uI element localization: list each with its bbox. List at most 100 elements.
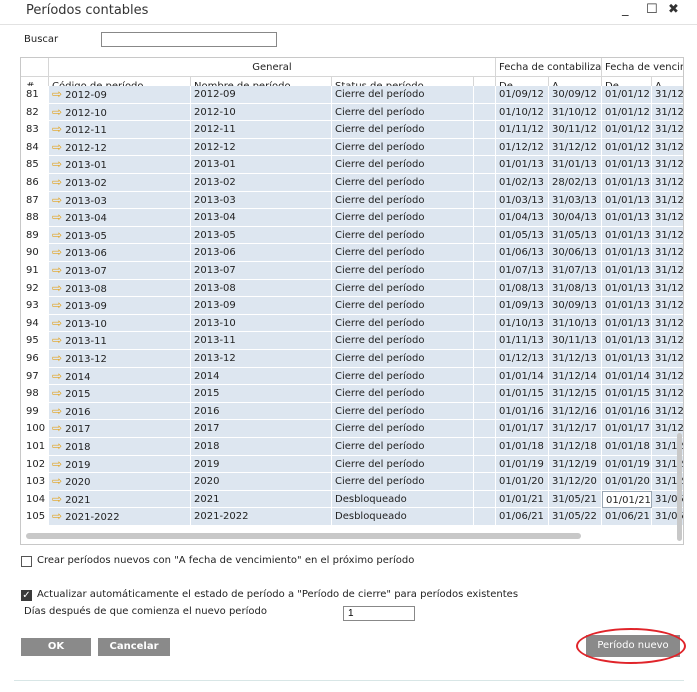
cell-period-code[interactable]: ⇨ 2013-06 xyxy=(49,244,191,262)
cell-period-code[interactable]: ⇨ 2013-02 xyxy=(49,174,191,192)
cell-num[interactable]: 100 xyxy=(21,420,49,438)
cell-a1[interactable]: 31/12/12 xyxy=(549,138,602,157)
cell-nombre[interactable]: 2013-05 xyxy=(191,226,332,245)
cell-num[interactable]: 85 xyxy=(21,156,49,174)
cell-period-code[interactable]: ⇨ 2019 xyxy=(49,455,191,474)
link-arrow-icon[interactable]: ⇨ xyxy=(52,263,62,277)
link-arrow-icon[interactable]: ⇨ xyxy=(52,87,62,101)
link-arrow-icon[interactable]: ⇨ xyxy=(52,351,62,365)
cell-status[interactable]: Cierre del período xyxy=(332,314,474,333)
link-arrow-icon[interactable]: ⇨ xyxy=(52,509,62,523)
cell-num[interactable]: 95 xyxy=(21,332,49,350)
cell-a2[interactable]: 31/12/14 xyxy=(652,367,683,386)
cell-period-code[interactable]: ⇨ 2012-12 xyxy=(49,138,191,157)
link-arrow-icon[interactable]: ⇨ xyxy=(52,316,62,330)
cell-period-code[interactable]: ⇨ 2013-04 xyxy=(49,209,191,227)
link-arrow-icon[interactable]: ⇨ xyxy=(52,369,62,383)
link-arrow-icon[interactable]: ⇨ xyxy=(52,210,62,224)
cell-num[interactable]: 99 xyxy=(21,402,49,421)
link-arrow-icon[interactable]: ⇨ xyxy=(52,421,62,435)
cell-period-code[interactable]: ⇨ 2013-10 xyxy=(49,314,191,333)
cell-status[interactable]: Cierre del período xyxy=(332,350,474,368)
table-row[interactable]: 99 ⇨ 2016 2016 Cierre del período 01/01/16 31/… xyxy=(21,402,683,421)
cell-de1[interactable]: 01/01/17 xyxy=(496,420,549,438)
cell-a2[interactable]: 31/12/13 xyxy=(652,156,683,174)
cell-de2[interactable]: 01/01/16 xyxy=(602,402,652,421)
cell-status[interactable]: Cierre del período xyxy=(332,455,474,474)
cell-de1[interactable]: 01/03/13 xyxy=(496,191,549,210)
cell-num[interactable]: 94 xyxy=(21,314,49,333)
cell-de1[interactable]: 01/01/20 xyxy=(496,473,549,491)
cell-de2[interactable]: 01/06/21 xyxy=(602,508,652,526)
cell-de1[interactable]: 01/01/16 xyxy=(496,402,549,421)
cell-a1[interactable]: 31/12/13 xyxy=(549,350,602,368)
cell-nombre[interactable]: 2013-07 xyxy=(191,262,332,280)
cell-a2[interactable]: 31/12/13 xyxy=(652,262,683,280)
table-row[interactable]: 95 ⇨ 2013-11 2013-11 Cierre del período 01/11… xyxy=(21,332,683,350)
cell-a1[interactable]: 31/10/12 xyxy=(549,103,602,122)
cell-period-code[interactable]: ⇨ 2012-10 xyxy=(49,103,191,122)
cell-period-code[interactable]: ⇨ 2020 xyxy=(49,473,191,491)
cell-nombre[interactable]: 2013-10 xyxy=(191,314,332,333)
cell-de2[interactable]: 01/01/13 xyxy=(602,279,652,298)
table-row[interactable]: 91 ⇨ 2013-07 2013-07 Cierre del período 01/07… xyxy=(21,262,683,280)
cell-status[interactable]: Cierre del período xyxy=(332,121,474,139)
cell-a1[interactable]: 31/12/16 xyxy=(549,402,602,421)
cell-num[interactable]: 84 xyxy=(21,138,49,157)
cell-nombre[interactable]: 2021-2022 xyxy=(191,508,332,526)
cell-a1[interactable]: 30/04/13 xyxy=(549,209,602,227)
cell-a1[interactable]: 31/12/14 xyxy=(549,367,602,386)
cell-nombre[interactable]: 2013-08 xyxy=(191,279,332,298)
table-row[interactable]: 97 ⇨ 2014 2014 Cierre del período 01/01/14 31/… xyxy=(21,367,683,386)
cell-period-code[interactable]: ⇨ 2021 xyxy=(49,490,191,509)
cell-nombre[interactable]: 2015 xyxy=(191,385,332,403)
cell-a1[interactable]: 31/05/22 xyxy=(549,508,602,526)
cell-de1[interactable]: 01/02/13 xyxy=(496,174,549,192)
cell-de2[interactable]: 01/01/12 xyxy=(602,121,652,139)
cell-a1[interactable]: 31/12/18 xyxy=(549,438,602,456)
table-row[interactable]: 104 ⇨ 2021 2021 Desbloqueado 01/01/21 31/05/21… xyxy=(21,490,683,509)
cell-de2[interactable]: 01/01/13 xyxy=(602,350,652,368)
table-row[interactable]: 87 ⇨ 2013-03 2013-03 Cierre del período 01/03… xyxy=(21,191,683,210)
cell-a1[interactable]: 31/10/13 xyxy=(549,314,602,333)
cell-de2[interactable]: 01/01/19 xyxy=(602,455,652,474)
cell-a2[interactable]: 31/12/13 xyxy=(652,350,683,368)
cell-status[interactable]: Cierre del período xyxy=(332,138,474,157)
cell-a2[interactable]: 31/12/13 xyxy=(652,191,683,210)
cell-a2[interactable]: 31/12/13 xyxy=(652,297,683,315)
link-arrow-icon[interactable]: ⇨ xyxy=(52,439,62,453)
cell-a1[interactable]: 30/11/13 xyxy=(549,332,602,350)
table-row[interactable]: 98 ⇨ 2015 2015 Cierre del período 01/01/15 31/… xyxy=(21,385,683,403)
cell-num[interactable]: 91 xyxy=(21,262,49,280)
cell-nombre[interactable]: 2013-04 xyxy=(191,209,332,227)
cell-status[interactable]: Cierre del período xyxy=(332,297,474,315)
table-row[interactable]: 90 ⇨ 2013-06 2013-06 Cierre del período 01/06… xyxy=(21,244,683,262)
cell-nombre[interactable]: 2019 xyxy=(191,455,332,474)
cell-period-code[interactable]: ⇨ 2018 xyxy=(49,438,191,456)
cell-a2[interactable]: 31/12/12 xyxy=(652,138,683,157)
table-row[interactable]: 102 ⇨ 2019 2019 Cierre del período 01/01/19 31… xyxy=(21,455,683,474)
cell-de1[interactable]: 01/01/19 xyxy=(496,455,549,474)
cell-a2[interactable]: 31/12/13 xyxy=(652,314,683,333)
table-row[interactable]: 103 ⇨ 2020 2020 Cierre del período 01/01/20 31… xyxy=(21,473,683,491)
cell-a1[interactable]: 30/09/13 xyxy=(549,297,602,315)
cell-nombre[interactable]: 2012-09 xyxy=(191,86,332,104)
cell-num[interactable]: 86 xyxy=(21,174,49,192)
horizontal-scrollbar[interactable] xyxy=(26,533,581,539)
cell-a2[interactable]: 31/12/12 xyxy=(652,103,683,122)
link-arrow-icon[interactable]: ⇨ xyxy=(52,175,62,189)
cell-a1[interactable]: 31/08/13 xyxy=(549,279,602,298)
cell-de1[interactable]: 01/01/15 xyxy=(496,385,549,403)
cell-de2[interactable]: 01/01/17 xyxy=(602,420,652,438)
cell-period-code[interactable]: ⇨ 2013-11 xyxy=(49,332,191,350)
cell-de1[interactable]: 01/07/13 xyxy=(496,262,549,280)
cell-period-code[interactable]: ⇨ 2013-07 xyxy=(49,262,191,280)
cell-a1[interactable]: 31/05/21 xyxy=(549,490,602,509)
cell-de2[interactable]: 01/01/12 xyxy=(602,103,652,122)
cell-nombre[interactable]: 2012-11 xyxy=(191,121,332,139)
cell-de1[interactable]: 01/04/13 xyxy=(496,209,549,227)
cell-de1[interactable]: 01/12/13 xyxy=(496,350,549,368)
cell-status[interactable]: Cierre del período xyxy=(332,279,474,298)
cell-de1[interactable]: 01/08/13 xyxy=(496,279,549,298)
maximize-button[interactable]: ☐ xyxy=(646,2,658,17)
